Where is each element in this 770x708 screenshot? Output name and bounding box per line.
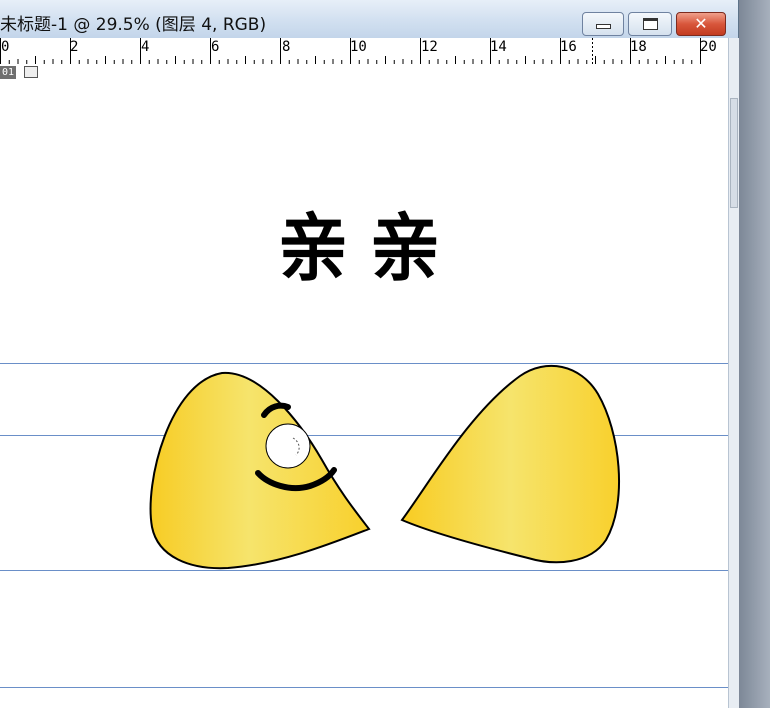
ruler-label: 14: [490, 39, 507, 55]
document-window: 未标题-1 @ 29.5% (图层 4, RGB) ✕ 0 2 4 6 8 10…: [0, 0, 739, 708]
ruler-label: 20: [700, 39, 717, 55]
ruler-label: 18: [630, 39, 647, 55]
ruler-label: 12: [421, 39, 438, 55]
minimize-button[interactable]: [582, 12, 624, 36]
ruler-label: 6: [211, 39, 220, 55]
layer-badge: 01: [0, 66, 17, 79]
scrollbar-thumb[interactable]: [730, 98, 738, 208]
mask-icon[interactable]: [24, 66, 38, 78]
ruler-label: 10: [350, 39, 367, 55]
close-button[interactable]: ✕: [676, 12, 726, 36]
zongzi-artwork: [149, 364, 620, 570]
window-title: 未标题-1 @ 29.5% (图层 4, RGB): [0, 15, 267, 35]
title-bar[interactable]: 未标题-1 @ 29.5% (图层 4, RGB) ✕: [0, 0, 738, 38]
minimize-icon: [596, 24, 611, 29]
document-canvas[interactable]: 亲亲: [0, 82, 728, 708]
eye-icon: [265, 423, 311, 469]
ruler-label: 8: [282, 39, 291, 55]
workspace-background: [739, 0, 770, 708]
horizontal-ruler[interactable]: 0 2 4 6 8 10 12 14 16 18 20: [0, 38, 728, 65]
vertical-scrollbar[interactable]: [728, 38, 739, 708]
ruler-label: 2: [70, 39, 79, 55]
right-zongzi-shape: [400, 364, 620, 564]
maximize-icon: [643, 18, 658, 30]
ruler-label: 0: [1, 39, 10, 55]
canvas-corner-bar: 01: [0, 64, 728, 82]
close-icon: ✕: [694, 14, 708, 33]
ruler-label: 4: [141, 39, 150, 55]
maximize-button[interactable]: [628, 12, 672, 36]
ruler-label: 16: [560, 39, 577, 55]
